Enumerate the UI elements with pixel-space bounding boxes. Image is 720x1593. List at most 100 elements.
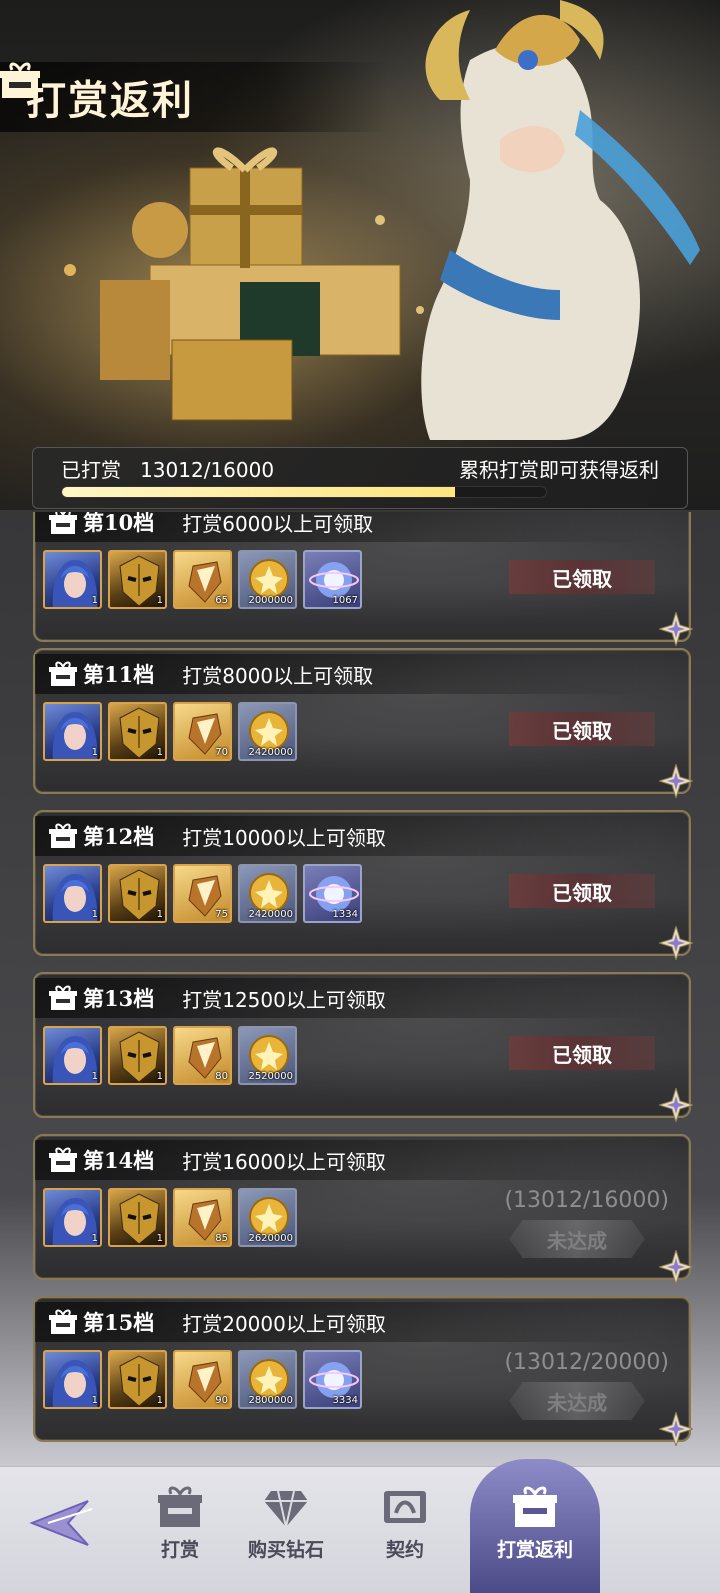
tier-header: 第14档 打赏16000以上可领取	[35, 1140, 655, 1180]
reward-item-orb[interactable]: 1334	[303, 864, 362, 923]
reward-items: 1 1 85 2620000	[43, 1188, 297, 1247]
nav-tab-reward-rebate[interactable]: 打赏返利	[470, 1459, 600, 1593]
sparkle-icon	[659, 926, 693, 960]
reward-item-coin[interactable]: 2520000	[238, 1026, 297, 1085]
gift-icon	[49, 1309, 77, 1334]
tier-list[interactable]: 第10档 打赏6000以上可领取 1 1 65 2000000 1067 已领取 第11档 打赏8…	[0, 512, 720, 1472]
reward-item-mask[interactable]: 1	[108, 1350, 167, 1409]
gift-icon	[513, 1486, 557, 1527]
reward-item-hero[interactable]: 1	[43, 702, 102, 761]
reward-quantity: 2520000	[248, 1071, 293, 1082]
reward-quantity: 1	[156, 909, 163, 920]
reward-quantity: 3334	[332, 1395, 358, 1406]
reward-quantity: 80	[215, 1071, 228, 1082]
reward-quantity: 2420000	[248, 909, 293, 920]
not-reached-button[interactable]: 未达成	[509, 1382, 645, 1420]
tier-name: 第15档	[83, 1310, 155, 1335]
tier-requirement: 打赏12500以上可领取	[182, 987, 386, 1012]
tier-header: 第13档 打赏12500以上可领取	[35, 978, 655, 1018]
reward-quantity: 1	[156, 1071, 163, 1082]
progress-panel: 已打赏 13012/16000 累积打赏即可获得返利	[32, 447, 688, 509]
claimed-badge: 已领取	[509, 1036, 655, 1070]
reward-item-hero[interactable]: 1	[43, 864, 102, 923]
reward-quantity: 2420000	[248, 747, 293, 758]
reward-quantity: 1	[91, 1395, 98, 1406]
reward-item-hero[interactable]: 1	[43, 1026, 102, 1085]
reward-item-orb[interactable]: 1067	[303, 550, 362, 609]
tier-name: 第14档	[83, 1148, 155, 1173]
tier-name: 第10档	[83, 512, 155, 535]
reward-item-coin[interactable]: 2800000	[238, 1350, 297, 1409]
gift-icon	[0, 62, 40, 98]
tier-name: 第13档	[83, 986, 155, 1011]
page-title: 打赏返利	[26, 77, 194, 124]
reward-item-mask[interactable]: 1	[108, 1026, 167, 1085]
reward-quantity: 75	[215, 909, 228, 920]
reward-item-shard[interactable]: 75	[173, 864, 232, 923]
contract-icon	[384, 1491, 426, 1523]
tier-header: 第10档 打赏6000以上可领取	[35, 512, 655, 542]
reward-item-hero[interactable]: 1	[43, 1188, 102, 1247]
reward-item-shard[interactable]: 85	[173, 1188, 232, 1247]
nav-tab-reward[interactable]: 打赏	[120, 1477, 240, 1587]
reward-quantity: 2620000	[248, 1233, 293, 1244]
tier-card[interactable]: 第12档 打赏10000以上可领取 1 1 75 2420000 1334 已领取	[33, 810, 693, 960]
not-reached-button[interactable]: 未达成	[509, 1220, 645, 1258]
reward-item-hero[interactable]: 1	[43, 1350, 102, 1409]
reward-items: 1 1 65 2000000 1067	[43, 550, 362, 609]
claimed-badge: 已领取	[509, 712, 655, 746]
reward-item-orb[interactable]: 3334	[303, 1350, 362, 1409]
nav-label: 契约	[385, 1539, 424, 1561]
reward-items: 1 1 75 2420000 1334	[43, 864, 362, 923]
tier-card[interactable]: 第15档 打赏20000以上可领取 1 1 90 2800000 3334 (13012/20…	[33, 1296, 693, 1446]
progress-bar	[61, 486, 547, 498]
diamond-icon	[264, 1490, 308, 1528]
tier-card[interactable]: 第11档 打赏8000以上可领取 1 1 70 2420000 已领取	[33, 648, 693, 798]
progress-label: 已打赏 13012/16000	[61, 454, 274, 483]
tier-requirement: 打赏20000以上可领取	[182, 1311, 386, 1336]
nav-label: 购买钻石	[247, 1539, 324, 1561]
reward-item-coin[interactable]: 2420000	[238, 864, 297, 923]
reward-item-mask[interactable]: 1	[108, 1188, 167, 1247]
reward-quantity: 1	[156, 1395, 163, 1406]
reward-item-mask[interactable]: 1	[108, 864, 167, 923]
reward-items: 1 1 70 2420000	[43, 702, 297, 761]
progress-bar-fill	[62, 487, 456, 497]
nav-tab-buy-diamonds[interactable]: 购买钻石	[226, 1477, 346, 1587]
reward-quantity: 2800000	[248, 1395, 293, 1406]
tier-card[interactable]: 第14档 打赏16000以上可领取 1 1 85 2620000 (13012/16000)…	[33, 1134, 693, 1284]
page-title-bar: 打赏返利	[0, 62, 388, 132]
reward-quantity: 85	[215, 1233, 228, 1244]
reward-item-shard[interactable]: 80	[173, 1026, 232, 1085]
reward-item-shard[interactable]: 70	[173, 702, 232, 761]
gift-icon	[49, 823, 77, 848]
gift-icon	[49, 661, 77, 686]
reward-items: 1 1 90 2800000 3334	[43, 1350, 362, 1409]
reward-quantity: 1	[156, 747, 163, 758]
sparkle-icon	[659, 1250, 693, 1284]
reward-item-coin[interactable]: 2000000	[238, 550, 297, 609]
sparkle-icon	[659, 1088, 693, 1122]
reward-item-coin[interactable]: 2420000	[238, 702, 297, 761]
reward-item-coin[interactable]: 2620000	[238, 1188, 297, 1247]
reward-quantity: 1	[91, 595, 98, 606]
progress-label-text: 已打赏	[61, 457, 121, 482]
tier-header: 第11档 打赏8000以上可领取	[35, 654, 655, 694]
gift-icon	[49, 985, 77, 1010]
tier-card[interactable]: 第13档 打赏12500以上可领取 1 1 80 2520000 已领取	[33, 972, 693, 1122]
reward-item-shard[interactable]: 65	[173, 550, 232, 609]
claimed-badge: 已领取	[509, 874, 655, 908]
banner: 打赏返利	[0, 0, 720, 510]
reward-item-shard[interactable]: 90	[173, 1350, 232, 1409]
nav-tab-contract[interactable]: 契约	[345, 1477, 465, 1587]
bottom-nav: 打赏 购买钻石 契约 打赏返利	[0, 1459, 720, 1593]
reward-item-mask[interactable]: 1	[108, 702, 167, 761]
reward-quantity: 1	[156, 1233, 163, 1244]
reward-items: 1 1 80 2520000	[43, 1026, 297, 1085]
tier-card[interactable]: 第10档 打赏6000以上可领取 1 1 65 2000000 1067 已领取	[33, 512, 693, 646]
reward-item-hero[interactable]: 1	[43, 550, 102, 609]
gift-icon	[49, 1147, 77, 1172]
back-arrow-icon[interactable]	[28, 1495, 98, 1551]
reward-quantity: 90	[215, 1395, 228, 1406]
reward-item-mask[interactable]: 1	[108, 550, 167, 609]
